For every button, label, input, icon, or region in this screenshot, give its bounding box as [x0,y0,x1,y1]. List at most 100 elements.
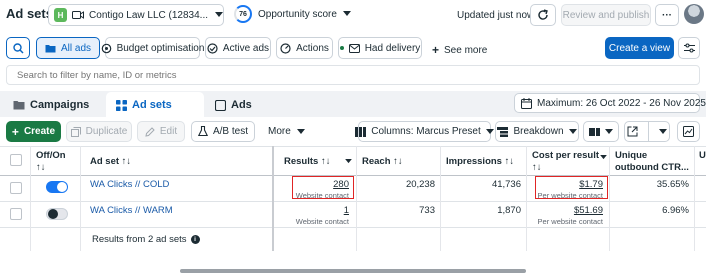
cost-type: Per website contact [537,217,603,226]
columns-label: Columns: Marcus Preset [371,126,481,137]
row-divider [0,227,706,228]
account-avatar: H [54,8,68,22]
reports-icon [589,127,600,137]
columns-dropdown[interactable]: Columns: Marcus Preset [355,121,494,142]
create-button[interactable]: + Create [6,121,61,142]
highlight-box [292,176,354,199]
column-header-impressions[interactable]: Impressions ↑↓ [446,156,514,168]
filter-active-ads[interactable]: Active ads [205,37,271,59]
filter-actions[interactable]: Actions [276,37,333,59]
tab-ads[interactable]: Ads [207,93,305,117]
filter-budget-optimisation[interactable]: Budget optimisation [101,37,204,59]
chevron-down-icon [296,128,305,135]
column-divider [609,146,610,251]
horizontal-scrollbar[interactable] [180,269,526,273]
chevron-down-icon [568,128,577,135]
row-checkbox[interactable] [10,208,22,220]
column-header-results[interactable]: Results ↑↓ [284,156,330,168]
date-range-picker[interactable]: Maximum: 26 Oct 2022 - 26 Nov 2025 [514,93,706,113]
results-value[interactable]: 1 [280,205,349,216]
columns-icon [355,126,367,137]
pencil-icon [145,126,155,137]
create-label: Create [23,126,56,137]
account-selector[interactable]: H Contigo Law LLC (12834... [48,4,224,26]
column-header-unique-ctr[interactable]: Unique outbound CTR... [615,150,689,174]
review-publish-button[interactable]: Review and publish [561,4,651,26]
impressions-value: 41,736 [491,179,521,190]
ad-icon [215,99,226,111]
export-dropdown[interactable] [624,121,670,142]
filter-budget-label: Budget optimisation [116,42,205,54]
filter-all-ads-label: All ads [60,42,91,54]
filter-settings-button[interactable] [678,37,700,59]
column-header-off-on[interactable]: Off/On ↑↓ [36,150,66,174]
impressions-value: 1,870 [497,205,521,216]
footer-label: Results from 2 ad sets [92,234,187,245]
sort-icon: ↑↓ [532,162,542,173]
ad-set-name-link[interactable]: WA Clicks // COLD [90,179,169,190]
more-actions-label: More [268,126,291,137]
sliders-icon [683,43,695,53]
breakdown-label: Breakdown [513,126,564,137]
opportunity-score[interactable]: 76 Opportunity score [234,5,351,23]
column-divider [30,146,31,251]
off-on-label: Off/On [36,150,66,161]
unique-ctr-label-2: outbound CTR... [615,162,689,173]
column-header-truncated: U [699,150,706,161]
toggle-knob [57,182,67,192]
column-divider [694,146,695,251]
more-actions-dropdown[interactable]: More [268,126,305,137]
table-top-border [0,146,706,147]
edit-button[interactable]: Edit [137,121,185,142]
tab-ad-sets[interactable]: Ad sets [106,92,204,118]
row-checkbox[interactable] [10,182,22,194]
status-toggle-off[interactable] [46,208,68,220]
folder-icon [45,44,56,53]
tab-campaigns[interactable]: Campaigns [6,93,104,117]
cost-value[interactable]: $51.69 [532,205,603,216]
ctr-value: 35.65% [656,179,689,190]
copy-icon [70,126,81,137]
sort-icon: ↑↓ [36,162,46,173]
search-input[interactable] [6,65,700,85]
dot-icon [339,46,344,50]
column-divider [440,146,441,251]
search-button[interactable] [6,37,30,59]
filter-all-ads[interactable]: All ads [36,37,100,59]
flask-icon [197,126,208,137]
status-toggle-on[interactable] [46,181,68,193]
filter-active-ads-label: Active ads [222,42,270,54]
ad-set-name-link[interactable]: WA Clicks // WARM [90,205,173,216]
duplicate-label: Duplicate [85,126,128,137]
duplicate-button[interactable]: Duplicate [66,121,132,142]
export-icon [627,126,638,137]
column-header-cost-per-result[interactable]: Cost per result ↑↓ [532,150,599,174]
more-options-button[interactable]: ··· [655,4,679,26]
folder-icon [13,100,25,110]
see-more-button[interactable]: + See more [432,43,487,57]
info-icon[interactable]: i [190,235,200,244]
highlight-box [535,176,608,199]
charts-button[interactable] [677,121,700,142]
reports-dropdown[interactable] [583,121,619,142]
column-header-reach[interactable]: Reach ↑↓ [362,156,403,168]
create-view-button[interactable]: Create a view [605,37,674,59]
refresh-button[interactable] [530,4,556,26]
chevron-down-icon [600,155,607,160]
edit-label: Edit [159,126,178,137]
filter-actions-label: Actions [296,42,329,54]
breakdown-dropdown[interactable]: Breakdown [495,121,579,142]
chart-icon [683,126,694,137]
filter-had-delivery[interactable]: Had delivery [338,37,422,59]
opportunity-score-label: Opportunity score [258,8,337,20]
avatar[interactable] [684,4,704,24]
results-type: Website contact [295,217,349,226]
column-header-ad-set[interactable]: Ad set ↑↓ [90,156,131,168]
ab-test-button[interactable]: A/B test [191,121,255,142]
plus-icon: + [11,124,19,139]
grid-icon [116,99,127,111]
select-all-checkbox[interactable] [10,154,22,166]
column-divider [80,146,81,251]
export-divider [647,121,649,142]
chevron-down-icon [658,128,667,135]
